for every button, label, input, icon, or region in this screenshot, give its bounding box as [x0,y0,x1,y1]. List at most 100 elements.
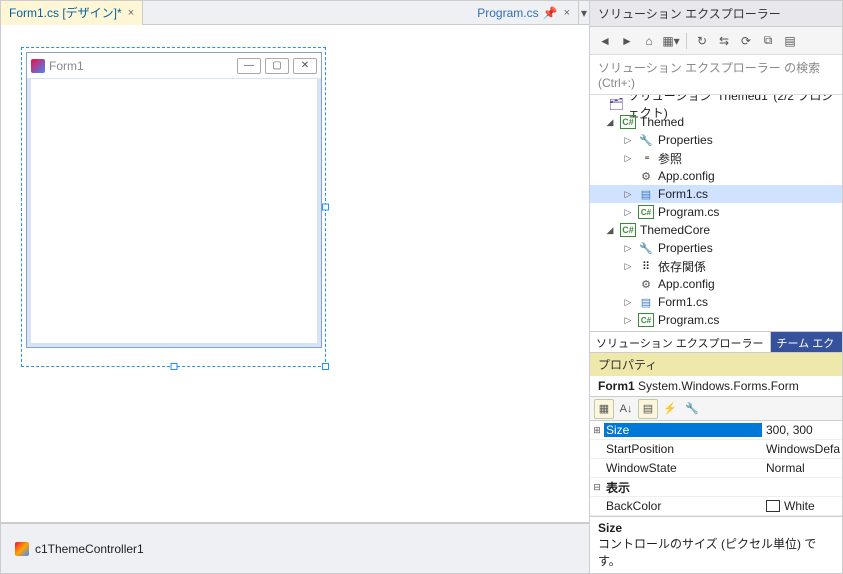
tab-program-cs[interactable]: Program.cs 📌 × [469,1,579,25]
cs-file-icon: C# [638,313,654,327]
close-icon[interactable]: × [564,7,570,19]
minimize-icon[interactable]: — [237,58,261,74]
properties-object-selector[interactable]: Form1 System.Windows.Forms.Form [590,376,842,397]
close-icon[interactable]: ✕ [293,58,317,74]
property-value[interactable]: WindowsDefa [762,442,842,456]
node-label: App.config [658,277,715,291]
form1cs-node[interactable]: ▷ Form1.cs [590,185,842,203]
category-name: 表示 [604,479,762,496]
references-icon [638,151,654,165]
property-value[interactable]: 300, 300 [762,423,842,437]
component-item[interactable]: c1ThemeController1 [35,542,144,556]
property-name: Size [604,423,762,437]
property-row-startposition[interactable]: StartPosition WindowsDefa [590,440,842,459]
properties-icon[interactable]: ▤ [781,32,799,50]
sync-icon[interactable]: ▦▾ [662,32,680,50]
refresh-icon[interactable]: ⟳ [737,32,755,50]
maximize-icon[interactable]: ▢ [265,58,289,74]
forward-icon[interactable]: ► [618,32,636,50]
copy-icon[interactable]: ⧉ [759,32,777,50]
node-label: 依存関係 [658,258,706,275]
appconfig-node[interactable]: ▷ App.config [590,167,842,185]
node-label: 参照 [658,150,682,167]
tab-label: Program.cs [477,6,538,20]
home-icon[interactable]: ⌂ [640,32,658,50]
property-row-windowstate[interactable]: WindowState Normal [590,459,842,478]
property-value[interactable]: White [762,499,842,513]
tab-team-explorer[interactable]: チーム エクスプローラー [771,332,842,352]
appconfig-node[interactable]: ▷ App.config [590,275,842,293]
node-label: App.config [658,169,715,183]
properties-panel: プロパティ Form1 System.Windows.Forms.Form ▦ … [590,353,842,573]
properties-toolbar: ▦ A↓ ▤ ⚡ 🔧 [590,397,842,421]
categorized-icon[interactable]: ▦ [594,399,614,419]
events-icon[interactable]: ⚡ [660,399,680,419]
form-titlebar: Form1 — ▢ ✕ [27,53,321,79]
wrench-icon[interactable]: 🔧 [682,399,702,419]
close-icon[interactable]: × [128,7,134,19]
object-name: Form1 [598,379,635,393]
project-node-themedcore[interactable]: ◢C# ThemedCore [590,221,842,239]
property-description: Size コントロールのサイズ (ピクセル単位) です。 [590,516,842,573]
description-text: コントロールのサイズ (ピクセル単位) です。 [598,535,834,569]
node-label: Program.cs [658,205,719,219]
pin-icon[interactable]: 📌 [543,6,558,20]
property-row-backcolor[interactable]: BackColor White [590,497,842,516]
property-value[interactable]: Normal [762,461,842,475]
resize-handle-s[interactable] [170,363,177,370]
property-name: BackColor [604,499,762,513]
property-category-display[interactable]: ⊟ 表示 [590,478,842,497]
config-icon [638,169,654,183]
collapse-icon[interactable]: ⊟ [590,482,604,493]
wrench-icon [638,133,654,147]
component-tray: c1ThemeController1 [1,523,589,573]
node-label: Properties [658,241,713,255]
expand-icon[interactable]: ⊞ [590,425,604,436]
search-placeholder: ソリューション エクスプローラー の検索 (Ctrl+:) [598,61,820,90]
properties-node[interactable]: ▷ Properties [590,239,842,257]
properties-title: プロパティ [590,353,842,376]
node-label: Form1.cs [658,295,708,309]
solution-icon [608,97,623,111]
alphabetical-icon[interactable]: A↓ [616,399,636,419]
tab-dropdown-icon[interactable]: ▾ [579,6,589,20]
show-all-icon[interactable]: ↻ [693,32,711,50]
collapse-icon[interactable]: ⇆ [715,32,733,50]
property-grid: ⊞ Size 300, 300 StartPosition WindowsDef… [590,421,842,516]
programcs-node[interactable]: ▷C# Program.cs [590,203,842,221]
explorer-tabstrip: ソリューション エクスプローラー チーム エクスプローラー [590,331,842,353]
back-icon[interactable]: ◄ [596,32,614,50]
cs-file-icon: C# [638,205,654,219]
programcs-node[interactable]: ▷C# Program.cs [590,311,842,329]
resize-handle-e[interactable] [322,204,329,211]
form-icon [31,59,45,73]
tab-label: Form1.cs [デザイン]* [9,4,122,21]
solution-tree: ▶ ソリューション 'Themed1' (2/2 プロジェクト) ◢C# The… [590,95,842,331]
form1cs-node[interactable]: ▷ Form1.cs [590,293,842,311]
solution-search-input[interactable]: ソリューション エクスプローラー の検索 (Ctrl+:) [590,55,842,95]
node-label: Themed [640,115,684,129]
properties-page-icon[interactable]: ▤ [638,399,658,419]
form-file-icon [638,187,654,201]
solution-node[interactable]: ▶ ソリューション 'Themed1' (2/2 プロジェクト) [590,95,842,113]
node-label: Program.cs [658,313,719,327]
selection-outline: Form1 — ▢ ✕ [21,47,326,367]
csproj-icon: C# [620,223,636,237]
tab-form1-design[interactable]: Form1.cs [デザイン]* × [1,1,143,25]
description-name: Size [598,521,834,535]
tab-solution-explorer[interactable]: ソリューション エクスプローラー [590,332,771,352]
csproj-icon: C# [620,115,636,129]
form-window[interactable]: Form1 — ▢ ✕ [26,52,322,348]
references-node[interactable]: ▷ 参照 [590,149,842,167]
form-title-text: Form1 [49,59,84,73]
node-label: Form1.cs [658,187,708,201]
config-icon [638,277,654,291]
dependencies-node[interactable]: ▷ 依存関係 [590,257,842,275]
properties-node[interactable]: ▷ Properties [590,131,842,149]
property-row-size[interactable]: ⊞ Size 300, 300 [590,421,842,440]
designer-surface[interactable]: Form1 — ▢ ✕ [1,25,589,523]
property-name: StartPosition [604,442,762,456]
property-name: WindowState [604,461,762,475]
resize-handle-se[interactable] [322,363,329,370]
dependencies-icon [638,259,654,273]
